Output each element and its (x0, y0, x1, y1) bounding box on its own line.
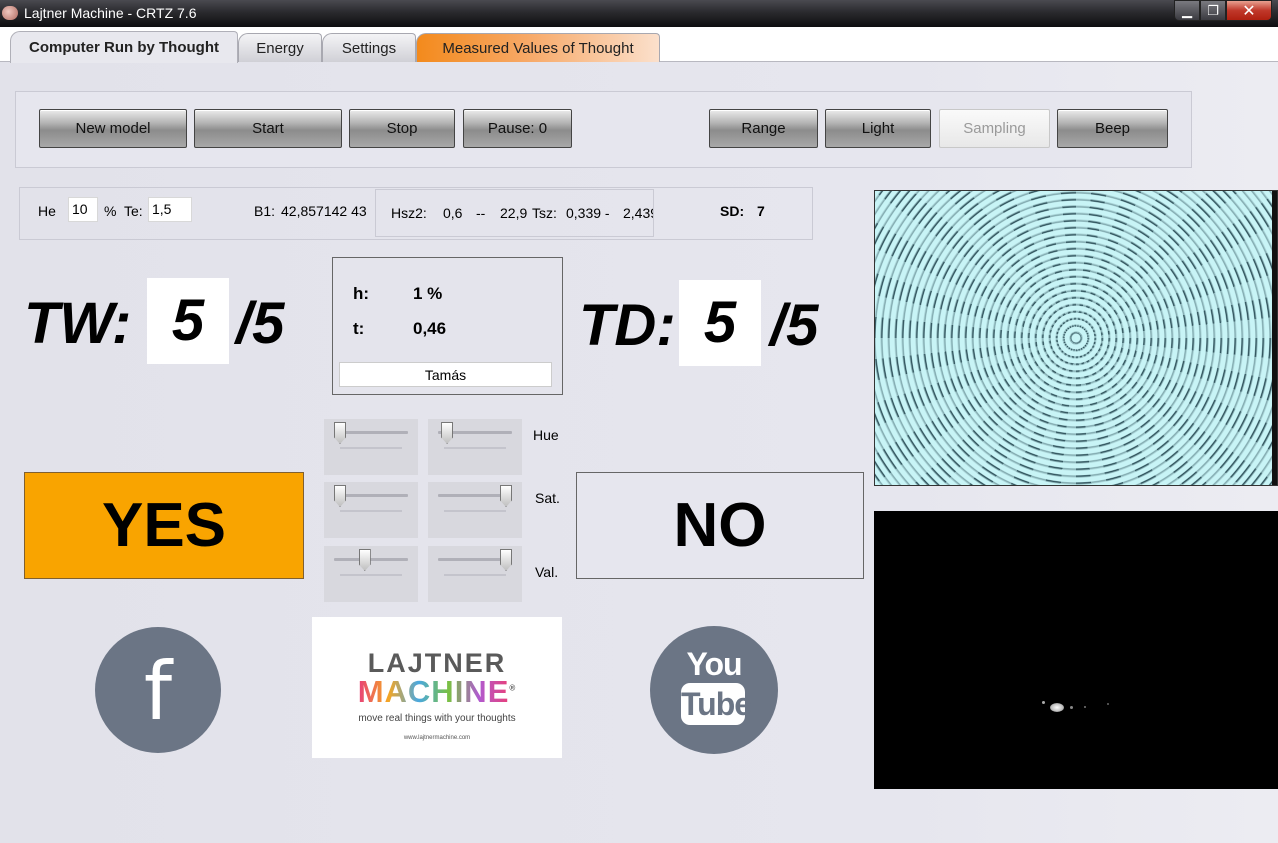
app-brain-icon (2, 6, 18, 20)
close-button[interactable]: ✕ (1226, 0, 1272, 21)
logo-url: www.lajtnermachine.com (403, 735, 471, 741)
tsz-label: Tsz: (532, 205, 557, 221)
t-value: 0,46 (413, 319, 447, 338)
maximize-button[interactable]: ❐ (1200, 0, 1226, 21)
percent-label: % (104, 203, 117, 219)
tab-strip: Computer Run by Thought Energy Settings … (0, 27, 1278, 63)
camera-view (874, 511, 1278, 789)
light-spot (1050, 703, 1064, 712)
stop-button[interactable]: Stop (349, 109, 455, 148)
hsz2-label: Hsz2: (391, 205, 427, 221)
hsz2-from-value: 0,6 (443, 205, 463, 221)
sd-label: SD: (720, 203, 745, 219)
minimize-button[interactable]: ▁ (1174, 0, 1200, 21)
td-label: TD: (579, 293, 676, 358)
window-title: Lajtner Machine - CRTZ 7.6 (24, 5, 197, 21)
td-value: 5 (679, 280, 761, 366)
sat-label: Sat. (535, 490, 560, 506)
sampling-button[interactable]: Sampling (939, 109, 1050, 148)
tw-total: /5 (236, 291, 285, 356)
hsz2-to-value: 22,9 (500, 205, 528, 221)
light-speck (1107, 703, 1109, 705)
val-slider-a-thumb[interactable] (358, 549, 371, 571)
minimize-icon: ▁ (1182, 2, 1192, 18)
b1-label: B1: (254, 203, 276, 219)
sat-slider-a[interactable] (324, 482, 418, 538)
light-speck (1070, 706, 1073, 709)
hsz2-separator: -- (476, 205, 486, 221)
hue-label: Hue (533, 427, 559, 443)
tab-settings[interactable]: Settings (322, 33, 416, 62)
no-button[interactable]: NO (576, 472, 864, 579)
val-slider-b[interactable] (428, 546, 522, 602)
val-label: Val. (535, 564, 559, 580)
title-bar: Lajtner Machine - CRTZ 7.6 ▁ ❐ ✕ (0, 0, 1278, 27)
he-label: He (38, 203, 56, 219)
tw-label: TW: (24, 291, 132, 356)
tsz-from-value: 0,339 - (566, 205, 610, 221)
td-total: /5 (770, 293, 819, 358)
beep-button[interactable]: Beep (1057, 109, 1168, 148)
hsz-tsz-box: Hsz2: 0,6 -- 22,9 Tsz: 0,339 - 2,439 (375, 189, 654, 237)
toolbar-panel: New model Start Stop Pause: 0 Range Ligh… (15, 91, 1192, 168)
lajtner-machine-logo: LAJTNER MACHINE® move real things with y… (312, 617, 562, 758)
youtube-you-text: You (686, 646, 742, 682)
hue-slider-a-thumb[interactable] (334, 422, 346, 444)
start-button[interactable]: Start (194, 109, 342, 148)
light-speck (1042, 701, 1045, 704)
hue-slider-b-thumb[interactable] (441, 422, 454, 444)
logo-line-2: MACHINE® (312, 674, 562, 710)
h-label: h: (353, 284, 370, 303)
window-controls: ▁ ❐ ✕ (1174, 0, 1272, 21)
user-name-field[interactable]: Tamás (339, 362, 552, 387)
tab-computer-run-by-thought[interactable]: Computer Run by Thought (10, 31, 238, 63)
light-button[interactable]: Light (825, 109, 931, 148)
val-slider-a[interactable] (324, 546, 418, 602)
facebook-button[interactable]: f (95, 627, 221, 753)
tab-measured-values-of-thought[interactable]: Measured Values of Thought (416, 33, 660, 62)
interference-pattern-image (874, 190, 1278, 486)
tw-value: 5 (147, 278, 229, 364)
maximize-icon: ❐ (1207, 2, 1219, 18)
yes-button[interactable]: YES (24, 472, 304, 579)
hue-slider-a[interactable] (324, 419, 418, 475)
sat-slider-b[interactable] (428, 482, 522, 538)
sat-slider-b-thumb[interactable] (500, 485, 512, 507)
logo-tagline: move real things with your thoughts (358, 713, 516, 724)
logo-machine-text: MACHINE (357, 674, 510, 709)
h-value: 1 % (413, 284, 443, 303)
facebook-icon: f (143, 645, 173, 738)
sat-slider-a-thumb[interactable] (334, 485, 346, 507)
t-label: t: (353, 319, 365, 338)
pause-button[interactable]: Pause: 0 (463, 109, 572, 148)
parameters-panel: He 10 % Te: 1,5 B1: 42,857142 43 Hsz2: 0… (19, 187, 813, 240)
youtube-button[interactable]: You Tube (650, 626, 778, 754)
registered-mark: ® (509, 683, 517, 693)
main-content: New model Start Stop Pause: 0 Range Ligh… (0, 62, 1278, 843)
light-speck (1084, 706, 1086, 708)
youtube-icon: Tube (681, 683, 752, 725)
val-slider-b-thumb[interactable] (500, 549, 512, 571)
close-icon: ✕ (1242, 2, 1256, 20)
tab-energy[interactable]: Energy (238, 33, 322, 62)
hue-slider-b[interactable] (428, 419, 522, 475)
tsz-to-value: 2,439 (623, 205, 653, 221)
te-label: Te: (124, 203, 143, 219)
te-input[interactable]: 1,5 (148, 197, 192, 222)
range-button[interactable]: Range (709, 109, 818, 148)
info-box: h: 1 % t: 0,46 Tamás (332, 257, 563, 395)
sd-value: 7 (757, 203, 765, 219)
he-input[interactable]: 10 (68, 197, 98, 222)
b1-value: 42,857142 43 (281, 203, 367, 219)
new-model-button[interactable]: New model (39, 109, 187, 148)
